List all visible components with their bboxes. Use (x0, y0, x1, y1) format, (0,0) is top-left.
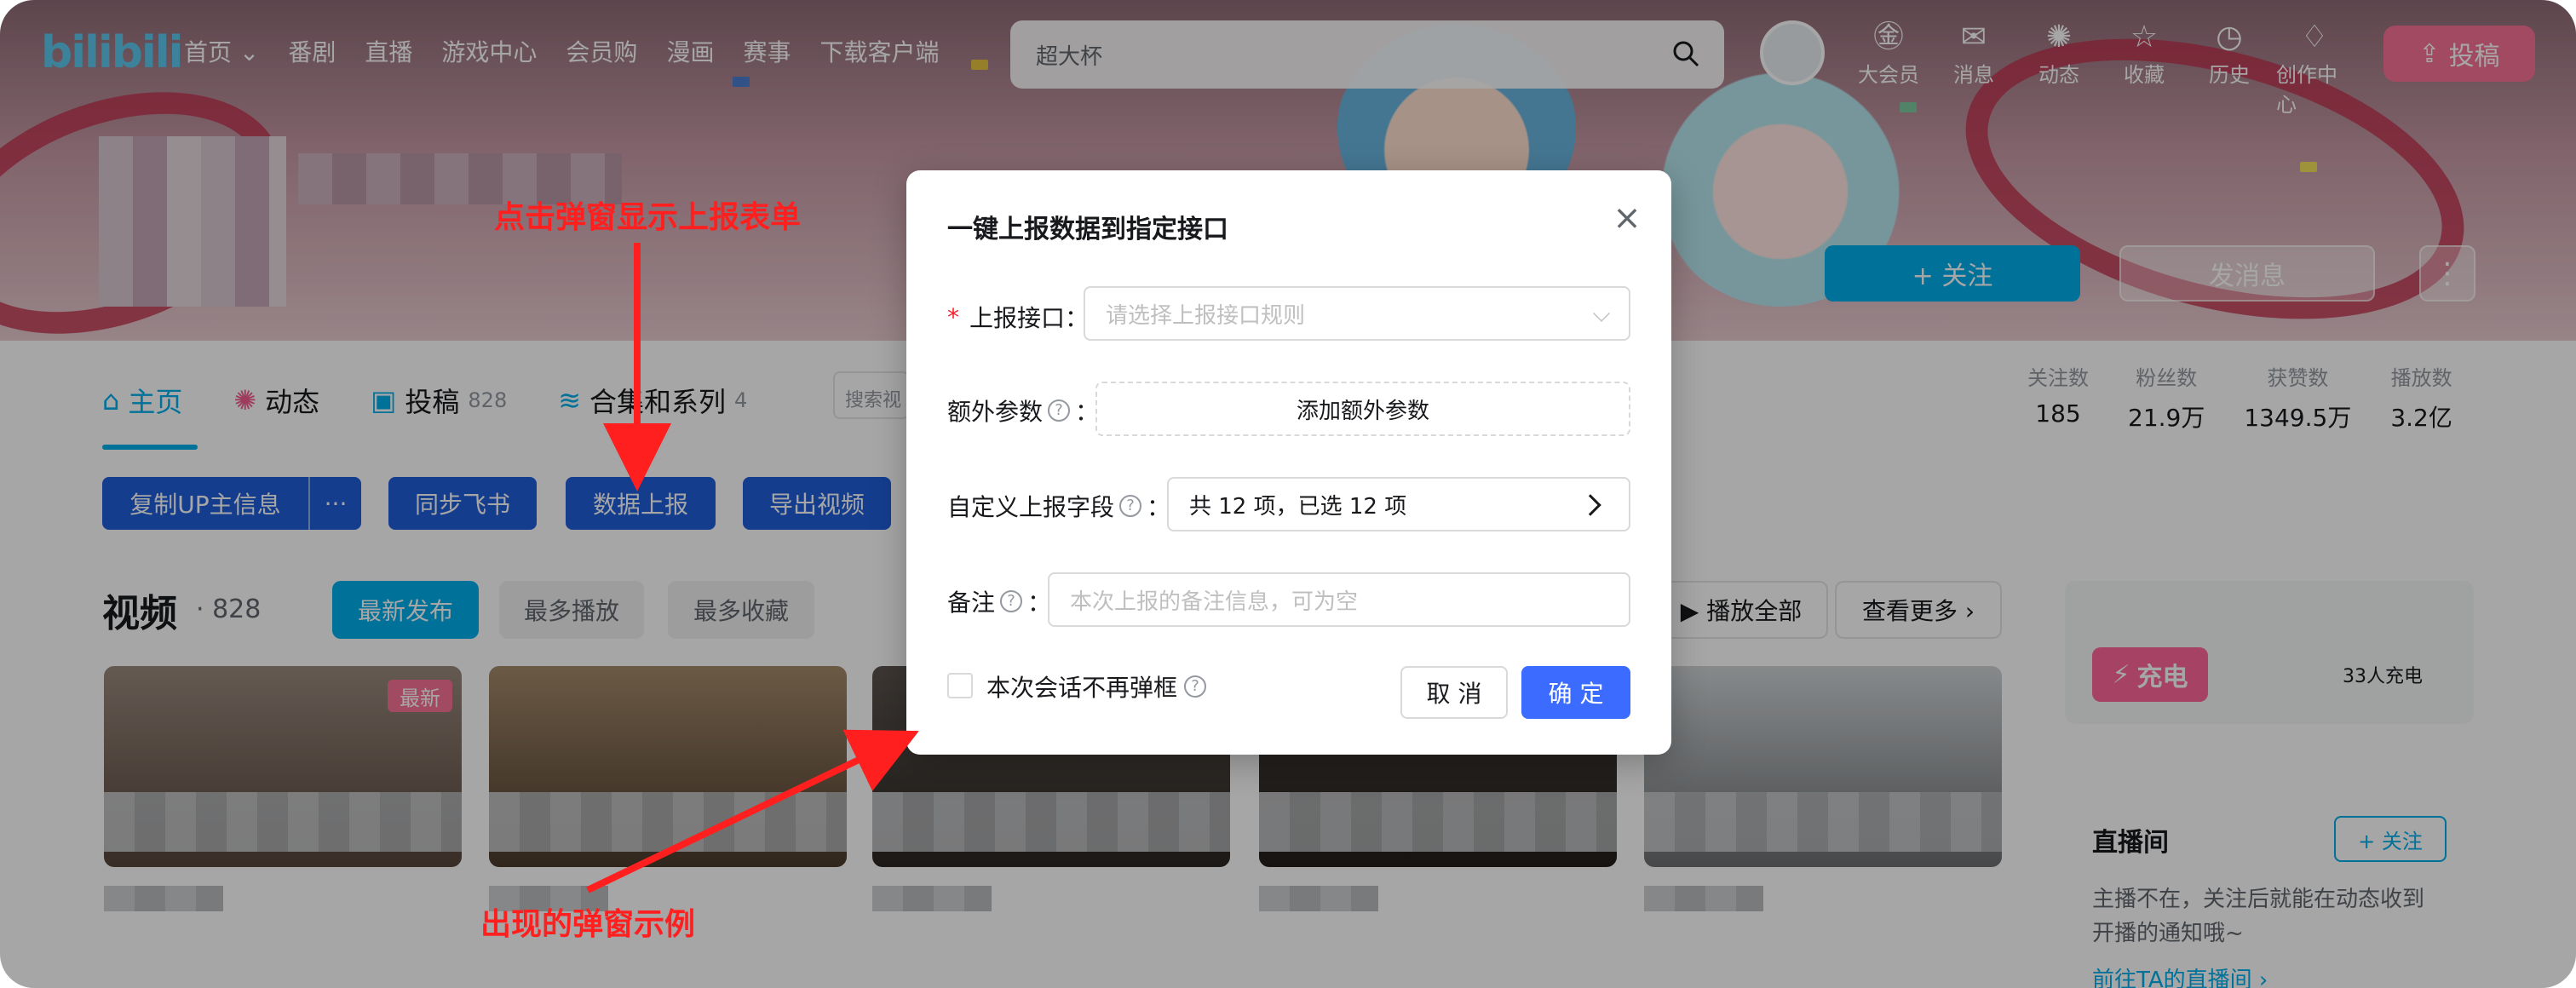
note-input[interactable]: 本次上报的备注信息，可为空 (1048, 572, 1630, 627)
interface-placeholder: 请选择上报接口规则 (1106, 302, 1306, 329)
chevron-right-icon (1579, 494, 1601, 516)
modal-title: 一键上报数据到指定接口 (947, 215, 1228, 244)
annotation-click-report: 点击弹窗显示上报表单 (494, 200, 802, 235)
help-icon[interactable]: ? (1184, 675, 1207, 698)
custom-fields-label: 自定义上报字段?： (947, 489, 1170, 523)
extra-params-label-text: 额外参数 (947, 398, 1044, 426)
help-icon[interactable]: ? (1119, 495, 1142, 517)
close-icon[interactable]: × (1610, 201, 1644, 235)
page-frame: bilibili 首页 ⌄ 番剧 直播 游戏中心 会员购 漫画 赛事 下载客户端… (0, 0, 2576, 988)
confirm-button[interactable]: 确 定 (1521, 666, 1630, 719)
custom-fields-selector[interactable]: 共 12 项，已选 12 项 (1167, 477, 1630, 531)
help-icon[interactable]: ? (1000, 590, 1023, 612)
dont-show-again-checkbox[interactable] (947, 673, 973, 698)
interface-label: * 上报接口： (947, 300, 1089, 334)
custom-fields-value: 共 12 项，已选 12 项 (1189, 493, 1407, 520)
interface-select[interactable]: 请选择上报接口规则 (1084, 286, 1630, 341)
required-mark: * (947, 302, 959, 331)
dont-show-again-label[interactable]: 本次会话不再弹框? (986, 669, 1207, 704)
add-extra-params-button[interactable]: 添加额外参数 (1095, 382, 1630, 436)
help-icon[interactable]: ? (1048, 399, 1071, 422)
cancel-button[interactable]: 取 消 (1400, 666, 1508, 719)
chevron-down-icon (1593, 305, 1610, 322)
annotation-modal-example: 出现的弹窗示例 (480, 907, 696, 942)
dont-show-again-text: 本次会话不再弹框 (986, 674, 1178, 702)
extra-params-label: 额外参数?： (947, 393, 1099, 428)
interface-label-text: 上报接口： (969, 304, 1090, 332)
custom-fields-label-text: 自定义上报字段 (947, 493, 1115, 521)
report-modal: 一键上报数据到指定接口 × * 上报接口： 请选择上报接口规则 额外参数?： 添加… (906, 170, 1671, 755)
note-label: 备注?： (947, 584, 1051, 618)
note-label-text: 备注 (947, 589, 996, 617)
note-placeholder: 本次上报的备注信息，可为空 (1070, 589, 1359, 615)
